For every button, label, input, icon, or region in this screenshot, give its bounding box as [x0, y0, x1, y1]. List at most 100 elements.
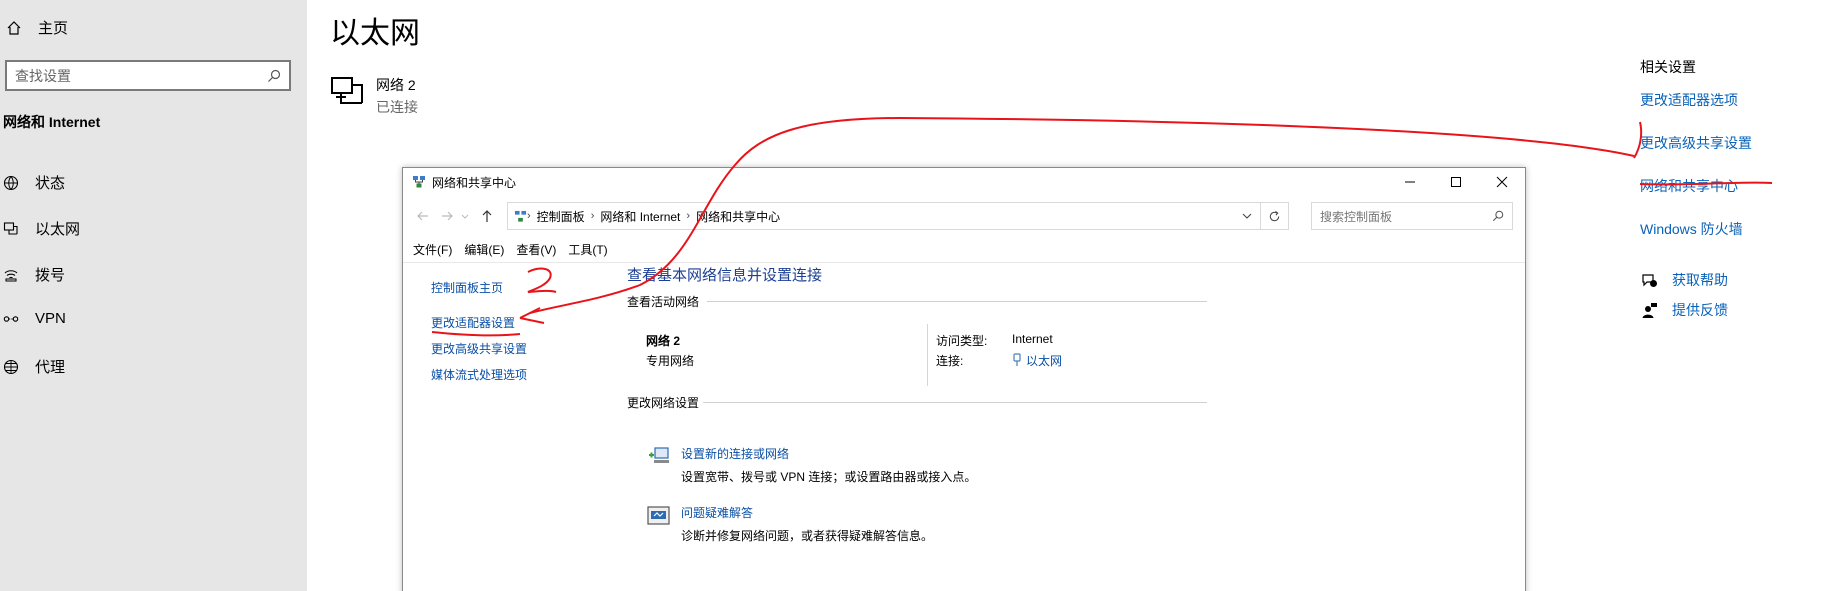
connection-row: 连接: 以太网: [936, 352, 1062, 369]
link-media-streaming[interactable]: 媒体流式处理选项: [431, 366, 527, 383]
active-network-type[interactable]: 专用网络: [646, 352, 694, 369]
related-settings-title: 相关设置: [1640, 59, 1696, 75]
search-icon: [268, 69, 281, 82]
network-name: 网络 2: [376, 77, 416, 93]
refresh-icon: [1269, 210, 1280, 221]
network-center-icon: [413, 176, 425, 188]
connection-link[interactable]: 以太网: [1012, 352, 1062, 369]
menu-view[interactable]: 查看(V): [516, 241, 556, 258]
task-troubleshoot: 问题疑难解答 诊断并修复网络问题，或者获得疑难解答信息。: [646, 504, 933, 544]
sidebar-item-label: VPN: [35, 310, 66, 327]
sidebar-item-proxy[interactable]: 代理: [3, 356, 65, 377]
address-bar[interactable]: › 控制面板 › 网络和 Internet › 网络和共享中心: [507, 202, 1261, 230]
back-arrow-icon[interactable]: [415, 208, 431, 224]
network-tile[interactable]: 网络 2 已连接: [330, 75, 418, 117]
breadcrumb-network-internet[interactable]: 网络和 Internet: [600, 208, 680, 225]
help-chat-icon: [1642, 273, 1657, 287]
breadcrumb-separator-icon: ›: [527, 210, 531, 222]
close-icon: [1496, 176, 1508, 188]
task-description: 设置宽带、拨号或 VPN 连接；或设置路由器或接入点。: [681, 470, 977, 484]
home-icon: [7, 20, 21, 35]
menu-edit[interactable]: 编辑(E): [464, 241, 504, 258]
maximize-button[interactable]: [1433, 168, 1479, 196]
feedback-person-icon: [1642, 302, 1657, 318]
breadcrumb-separator-icon: ›: [686, 210, 691, 222]
search-placeholder: 搜索控制面板: [1320, 209, 1393, 224]
control-panel-search-input[interactable]: 搜索控制面板: [1311, 202, 1513, 230]
control-panel-icon: [514, 210, 527, 222]
breadcrumb-sharing-center[interactable]: 网络和共享中心: [696, 208, 780, 225]
sidebar-item-label: 拨号: [35, 267, 66, 284]
troubleshoot-icon: [647, 506, 670, 525]
globe-status-icon: [3, 175, 19, 190]
menu-divider: [403, 262, 1525, 263]
menu-bar: 文件(F) 编辑(E) 查看(V) 工具(T): [413, 241, 620, 258]
minimize-button[interactable]: [1387, 168, 1433, 196]
chevron-down-icon[interactable]: [1242, 211, 1252, 221]
breadcrumb-separator-icon: ›: [590, 210, 595, 222]
control-panel-window: 网络和共享中心 › 控制面板 › 网络和 Internet › 网络和共享中心: [402, 167, 1526, 591]
link-setup-new-connection[interactable]: 设置新的连接或网络: [681, 445, 976, 462]
forward-arrow-icon[interactable]: [439, 208, 455, 224]
ethernet-plug-icon: [1013, 353, 1021, 366]
minimize-icon: [1405, 181, 1415, 183]
search-placeholder: 查找设置: [15, 67, 71, 84]
network-status: 已连接: [376, 99, 418, 115]
sidebar-item-status[interactable]: 状态: [3, 172, 65, 193]
settings-sidebar: 主页 查找设置 网络和 Internet 状态 以太网 拨号 VPN 代理: [0, 0, 307, 591]
up-arrow-icon[interactable]: [479, 208, 495, 224]
menu-tools[interactable]: 工具(T): [568, 241, 607, 258]
main-content: 查看基本网络信息并设置连接 查看活动网络 网络 2 专用网络 访问类型: Int…: [627, 264, 1207, 543]
link-control-panel-home[interactable]: 控制面板主页: [431, 279, 527, 296]
link-windows-firewall[interactable]: Windows 防火墙: [1640, 219, 1752, 239]
settings-search-input[interactable]: 查找设置: [5, 60, 291, 91]
section-title: 网络和 Internet: [3, 114, 101, 130]
link-troubleshoot[interactable]: 问题疑难解答: [681, 504, 933, 521]
feedback-label: 提供反馈: [1672, 302, 1728, 318]
refresh-button[interactable]: [1261, 202, 1289, 230]
connection-label: 连接:: [936, 354, 964, 368]
sidebar-item-label: 以太网: [35, 221, 81, 238]
related-settings: 相关设置 更改适配器选项 更改高级共享设置 网络和共享中心 Windows 防火…: [1640, 57, 1752, 262]
home-label: 主页: [38, 20, 69, 37]
breadcrumb-control-panel[interactable]: 控制面板: [537, 208, 585, 225]
screen: 主页 查找设置 网络和 Internet 状态 以太网 拨号 VPN 代理 以太…: [0, 0, 1831, 591]
sidebar-item-dialup[interactable]: 拨号: [3, 264, 65, 285]
task-new-connection: 设置新的连接或网络 设置宽带、拨号或 VPN 连接；或设置路由器或接入点。: [646, 445, 976, 485]
sidebar-item-label: 状态: [35, 175, 66, 192]
sidebar-item-label: 代理: [35, 359, 66, 376]
ethernet-network-icon: [331, 77, 363, 104]
window-title: 网络和共享中心: [432, 175, 517, 190]
new-connection-icon: [649, 447, 669, 463]
link-change-adapter-settings[interactable]: 更改适配器设置: [431, 314, 527, 331]
page-title: 以太网: [330, 17, 420, 50]
get-help-link[interactable]: 获取帮助: [1641, 270, 1728, 290]
link-network-sharing-center[interactable]: 网络和共享中心: [1640, 176, 1752, 196]
window-titlebar[interactable]: 网络和共享中心: [403, 168, 1525, 196]
link-change-adapter-options[interactable]: 更改适配器选项: [1640, 90, 1752, 110]
link-change-advanced-sharing[interactable]: 更改高级共享设置: [431, 340, 527, 357]
sidebar-item-ethernet[interactable]: 以太网: [3, 218, 80, 239]
search-icon: [1492, 210, 1504, 222]
vpn-icon: [3, 315, 19, 322]
maximize-icon: [1451, 177, 1461, 187]
change-settings-group: 更改网络设置: [627, 394, 1207, 411]
recent-dropdown-icon[interactable]: [460, 208, 470, 224]
active-networks-label: 查看活动网络: [627, 295, 700, 309]
get-help-label: 获取帮助: [1672, 272, 1728, 288]
group-divider: [707, 301, 1207, 302]
content-heading: 查看基本网络信息并设置连接: [627, 267, 823, 284]
active-network: 网络 2 专用网络 访问类型: Internet 连接: 以太网: [627, 324, 1207, 394]
feedback-link[interactable]: 提供反馈: [1641, 300, 1728, 320]
sidebar-item-vpn[interactable]: VPN: [3, 310, 66, 327]
proxy-globe-icon: [3, 359, 19, 374]
link-advanced-sharing[interactable]: 更改高级共享设置: [1640, 133, 1752, 153]
dialup-icon: [4, 269, 18, 281]
task-description: 诊断并修复网络问题，或者获得疑难解答信息。: [681, 529, 934, 543]
ethernet-icon: [3, 221, 18, 235]
close-button[interactable]: [1479, 168, 1525, 196]
home-nav-item[interactable]: 主页: [6, 17, 68, 38]
access-type-label: 访问类型:: [936, 334, 988, 348]
menu-file[interactable]: 文件(F): [413, 241, 452, 258]
group-divider: [703, 402, 1207, 403]
